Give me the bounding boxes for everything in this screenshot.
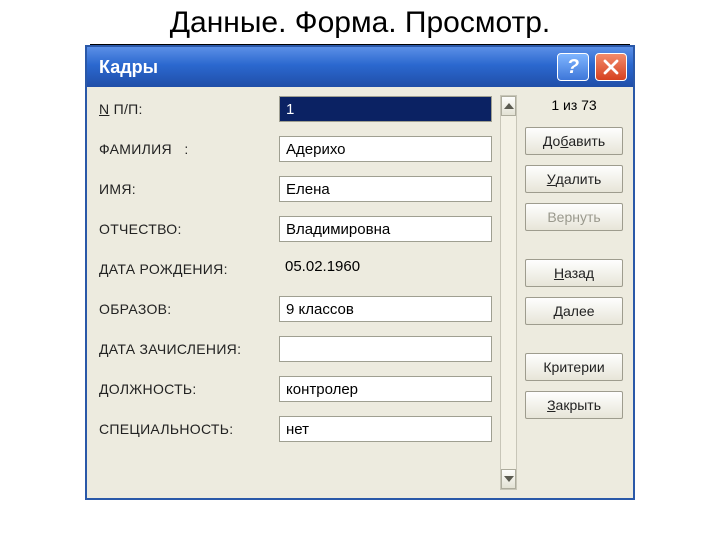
form-row: ДАТА РОЖДЕНИЯ:05.02.1960 — [99, 255, 492, 283]
record-counter: 1 из 73 — [525, 95, 623, 117]
close-window-button[interactable] — [595, 53, 627, 81]
field-input[interactable] — [279, 176, 492, 202]
form-row: ДОЛЖНОСТЬ: — [99, 375, 492, 403]
form-column: N П/П: ФАМИЛИЯ : ИМЯ: ОТЧЕСТВО: ДАТА РОЖДЕНИ… — [99, 95, 492, 490]
field-label: ДАТА ЗАЧИСЛЕНИЯ: — [99, 341, 279, 357]
field-label: СПЕЦИАЛЬНОСТЬ: — [99, 421, 279, 437]
field-input[interactable] — [279, 416, 492, 442]
field-input[interactable] — [279, 336, 492, 362]
close-icon — [603, 59, 619, 75]
form-row: ОТЧЕСТВО: — [99, 215, 492, 243]
window-body: N П/П: ФАМИЛИЯ : ИМЯ: ОТЧЕСТВО: ДАТА РОЖДЕНИ… — [87, 87, 633, 498]
chevron-up-icon — [504, 103, 514, 109]
field-input[interactable] — [279, 216, 492, 242]
help-icon: ? — [567, 56, 579, 79]
field-label: ОТЧЕСТВО: — [99, 221, 279, 237]
criteria-button[interactable]: Критерии — [525, 353, 623, 381]
next-button[interactable]: Далее — [525, 297, 623, 325]
titlebar: Кадры ? — [87, 47, 633, 87]
window: Кадры ? N П/П: ФАМИЛИЯ : ИМЯ: ОТЧЕСТВО: ДАТА… — [85, 45, 635, 500]
form-row: СПЕЦИАЛЬНОСТЬ: — [99, 415, 492, 443]
field-label: ИМЯ: — [99, 181, 279, 197]
field-input[interactable] — [279, 136, 492, 162]
add-button[interactable]: Добавить — [525, 127, 623, 155]
page-title: Данные. Форма. Просмотр. — [90, 0, 630, 45]
scroll-up-button[interactable] — [501, 96, 516, 116]
close-button[interactable]: Закрыть — [525, 391, 623, 419]
scroll-down-button[interactable] — [501, 469, 516, 489]
window-title: Кадры — [99, 57, 551, 78]
field-label: ОБРАЗОВ: — [99, 301, 279, 317]
vertical-scrollbar[interactable] — [500, 95, 517, 490]
form-row: ДАТА ЗАЧИСЛЕНИЯ: — [99, 335, 492, 363]
button-column: 1 из 73 Добавить Удалить Вернуть Назад Д… — [525, 95, 623, 490]
field-input[interactable] — [279, 96, 492, 122]
field-label: N П/П: — [99, 101, 279, 117]
scroll-track[interactable] — [501, 116, 516, 469]
field-label: ДАТА РОЖДЕНИЯ: — [99, 261, 279, 277]
field-label: ДОЛЖНОСТЬ: — [99, 381, 279, 397]
restore-button[interactable]: Вернуть — [525, 203, 623, 231]
form-row: ОБРАЗОВ: — [99, 295, 492, 323]
form-row: ИМЯ: — [99, 175, 492, 203]
chevron-down-icon — [504, 476, 514, 482]
form-row: N П/П: — [99, 95, 492, 123]
back-button[interactable]: Назад — [525, 259, 623, 287]
field-label: ФАМИЛИЯ : — [99, 141, 279, 157]
delete-button[interactable]: Удалить — [525, 165, 623, 193]
form-row: ФАМИЛИЯ : — [99, 135, 492, 163]
field-input[interactable] — [279, 296, 492, 322]
help-button[interactable]: ? — [557, 53, 589, 81]
field-input[interactable] — [279, 376, 492, 402]
field-value-readonly: 05.02.1960 — [279, 256, 492, 282]
